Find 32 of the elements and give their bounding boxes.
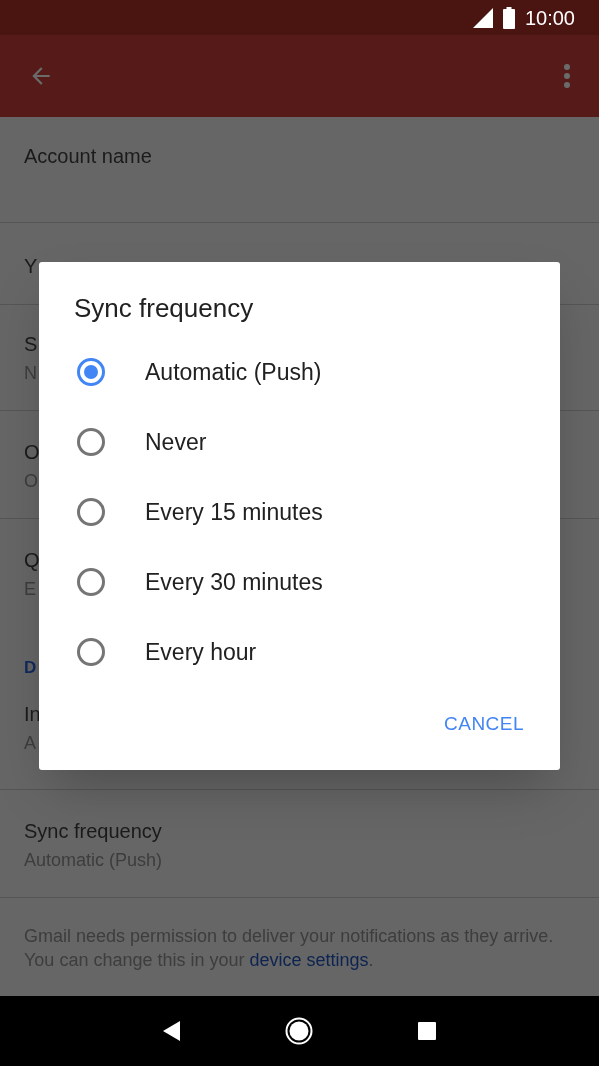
signal-icon (472, 7, 493, 28)
radio-button[interactable] (77, 568, 105, 596)
dialog-title: Sync frequency (74, 292, 254, 324)
option-label: Every 15 minutes (145, 497, 323, 527)
setting-title: O (24, 440, 40, 465)
option-label: Every 30 minutes (145, 567, 323, 597)
radio-button[interactable] (77, 358, 105, 386)
radio-button[interactable] (77, 428, 105, 456)
option-label: Automatic (Push) (145, 357, 322, 387)
radio-option[interactable]: Never (39, 407, 560, 477)
radio-option[interactable]: Every 15 minutes (39, 477, 560, 547)
setting-title: S (24, 332, 38, 357)
radio-option[interactable]: Every 30 minutes (39, 547, 560, 617)
setting-title: Q (24, 548, 40, 573)
setting-title: Sync frequency (24, 819, 162, 844)
option-label: Never (145, 427, 207, 457)
radio-option[interactable]: Automatic (Push) (39, 337, 560, 407)
battery-icon (502, 6, 515, 29)
setting-title: Account name (24, 144, 152, 169)
back-icon[interactable] (161, 1020, 182, 1042)
section-header: D (24, 658, 37, 677)
cancel-button[interactable]: CANCEL (434, 701, 534, 746)
home-icon[interactable] (285, 1017, 314, 1045)
setting-title: Y (24, 254, 38, 279)
radio-button[interactable] (77, 498, 105, 526)
setting-title: In (24, 702, 41, 727)
option-label: Every hour (145, 637, 257, 667)
radio-option[interactable]: Every hour (39, 617, 560, 687)
radio-button[interactable] (77, 638, 105, 666)
recents-icon[interactable] (417, 1021, 438, 1041)
clock: 10:00 (524, 5, 575, 31)
more-options-icon[interactable] (563, 63, 571, 89)
